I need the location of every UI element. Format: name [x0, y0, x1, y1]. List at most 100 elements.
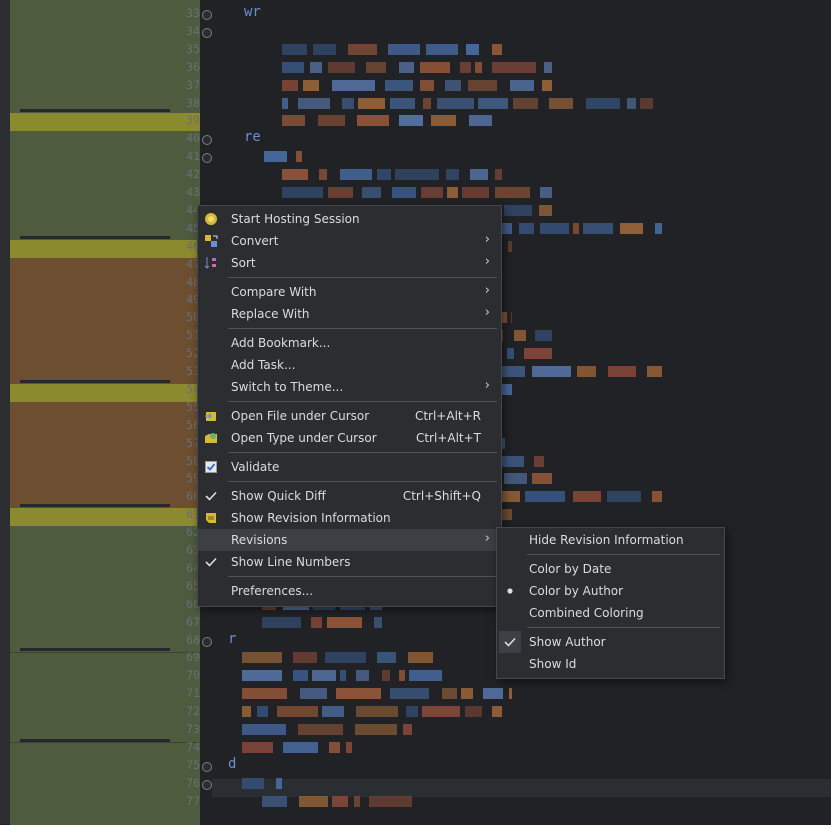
menu-item-validate[interactable]: Validate: [198, 456, 501, 478]
obscured-code-token: [478, 97, 508, 109]
obscured-code-token: [354, 795, 360, 807]
blame-block[interactable]: [10, 131, 200, 240]
obscured-code-token: [577, 366, 596, 377]
obscured-code-token: [403, 724, 412, 735]
obscured-code-token: [392, 187, 416, 198]
obscured-code-token: [242, 777, 264, 789]
obscured-code-token: [462, 187, 489, 198]
menu-item-open-type-under-cursor[interactable]: Open Type under Cursor Ctrl+Alt+T: [198, 427, 501, 449]
blame-block[interactable]: [10, 113, 200, 131]
menu-item-revisions[interactable]: Revisions ›: [198, 529, 501, 551]
menu-item-combined-coloring[interactable]: Combined Coloring: [497, 602, 724, 624]
fold-toggle-icon[interactable]: [202, 10, 212, 20]
menu-item-show-quick-diff[interactable]: Show Quick Diff Ctrl+Shift+Q: [198, 485, 501, 507]
sort-icon: [204, 256, 218, 270]
obscured-code-token: [442, 688, 457, 700]
obscured-code-token: [539, 204, 552, 216]
obscured-code-token: [336, 688, 381, 700]
obscured-code-token: [534, 455, 544, 467]
menu-item-show-author[interactable]: Show Author: [497, 631, 724, 653]
obscured-code-token: [540, 222, 569, 234]
line-number: 76: [186, 775, 200, 790]
obscured-code-token: [356, 706, 398, 718]
obscured-code-token: [293, 652, 317, 664]
obscured-code-token: [328, 61, 355, 73]
blame-block[interactable]: [10, 652, 200, 743]
overview-ruler: [0, 0, 10, 824]
menu-item-open-file-under-cursor[interactable]: Open File under Cursor Ctrl+Alt+R: [198, 405, 501, 427]
submenu-arrow-icon: ›: [484, 378, 490, 393]
line-number: 72: [186, 704, 200, 719]
menu-item-add-task[interactable]: Add Task...: [198, 354, 501, 376]
obscured-code-token: [303, 79, 319, 91]
obscured-code-token: [525, 491, 565, 503]
menu-item-color-by-date[interactable]: Color by Date: [497, 558, 724, 580]
obscured-code-token: [475, 61, 482, 73]
menu-item-switch-to-theme[interactable]: Switch to Theme... ›: [198, 376, 501, 398]
obscured-code-token: [406, 706, 418, 718]
obscured-code-token: [262, 616, 301, 628]
blame-block[interactable]: [10, 258, 200, 384]
menu-separator: [228, 328, 497, 329]
line-number: 77: [186, 793, 200, 808]
fold-toggle-icon[interactable]: [202, 153, 212, 164]
menu-item-show-line-numbers[interactable]: Show Line Numbers: [198, 551, 501, 573]
line-number: 42: [186, 167, 200, 182]
fold-toggle-icon[interactable]: [202, 636, 212, 647]
line-number: 36: [186, 59, 200, 74]
obscured-code-token: [399, 670, 405, 682]
obscured-code-token: [511, 312, 512, 324]
obscured-code-token: [519, 222, 534, 234]
obscured-code-token: [242, 670, 282, 682]
revision-annotation-column[interactable]: [10, 0, 200, 825]
line-number: 40: [186, 131, 200, 146]
menu-item-hide-revision-information[interactable]: Hide Revision Information: [497, 529, 724, 551]
fold-toggle-icon[interactable]: [202, 761, 212, 772]
revision-info-icon: [204, 511, 218, 525]
line-number: 41: [186, 149, 200, 164]
obscured-code-token: [466, 43, 479, 55]
menu-item-show-revision-information[interactable]: Show Revision Information: [198, 507, 501, 529]
fold-toggle-icon[interactable]: [202, 779, 212, 790]
obscured-code-token: [524, 348, 552, 360]
menu-item-replace-with[interactable]: Replace With ›: [198, 303, 501, 325]
blame-block[interactable]: [10, 508, 200, 526]
obscured-code-token: [470, 169, 488, 181]
menu-item-start-hosting-session[interactable]: Start Hosting Session: [198, 208, 501, 230]
obscured-code-token: [277, 706, 318, 718]
current-line-highlight: [212, 779, 831, 797]
line-number: 38: [186, 95, 200, 110]
menu-item-show-id[interactable]: Show Id: [497, 653, 724, 675]
line-number: 67: [186, 614, 200, 629]
fold-toggle-icon[interactable]: [202, 135, 212, 146]
menu-item-convert[interactable]: Convert ›: [198, 230, 501, 252]
obscured-code-token: [447, 187, 458, 198]
checkbox-checked-icon: [204, 460, 218, 474]
menu-item-sort[interactable]: Sort ›: [198, 252, 501, 274]
blame-block[interactable]: [10, 742, 200, 825]
obscured-code-token: [507, 348, 514, 360]
obscured-code-token: [469, 115, 492, 127]
blame-block[interactable]: [10, 240, 200, 258]
blame-block[interactable]: [10, 402, 200, 508]
menu-item-add-bookmark[interactable]: Add Bookmark...: [198, 332, 501, 354]
menu-item-compare-with[interactable]: Compare With ›: [198, 281, 501, 303]
obscured-code-token: [532, 473, 552, 485]
obscured-code-token: [282, 115, 305, 127]
obscured-code-token: [483, 688, 503, 700]
obscured-code-token: [655, 222, 662, 234]
obscured-code-token: [535, 330, 552, 342]
obscured-code-token: [374, 616, 382, 628]
menu-item-preferences[interactable]: Preferences...: [198, 580, 501, 602]
line-number: 74: [186, 739, 200, 754]
obscured-code-token: [298, 97, 330, 109]
blame-block[interactable]: [10, 526, 200, 652]
line-number: 71: [186, 686, 200, 701]
obscured-code-token: [382, 670, 390, 682]
fold-toggle-icon[interactable]: [202, 27, 212, 38]
menu-item-color-by-author[interactable]: Color by Author: [497, 580, 724, 602]
blame-block[interactable]: [10, 384, 200, 402]
blame-block[interactable]: [10, 0, 200, 113]
obscured-code-token: [465, 706, 482, 718]
obscured-code-token: [369, 795, 412, 807]
